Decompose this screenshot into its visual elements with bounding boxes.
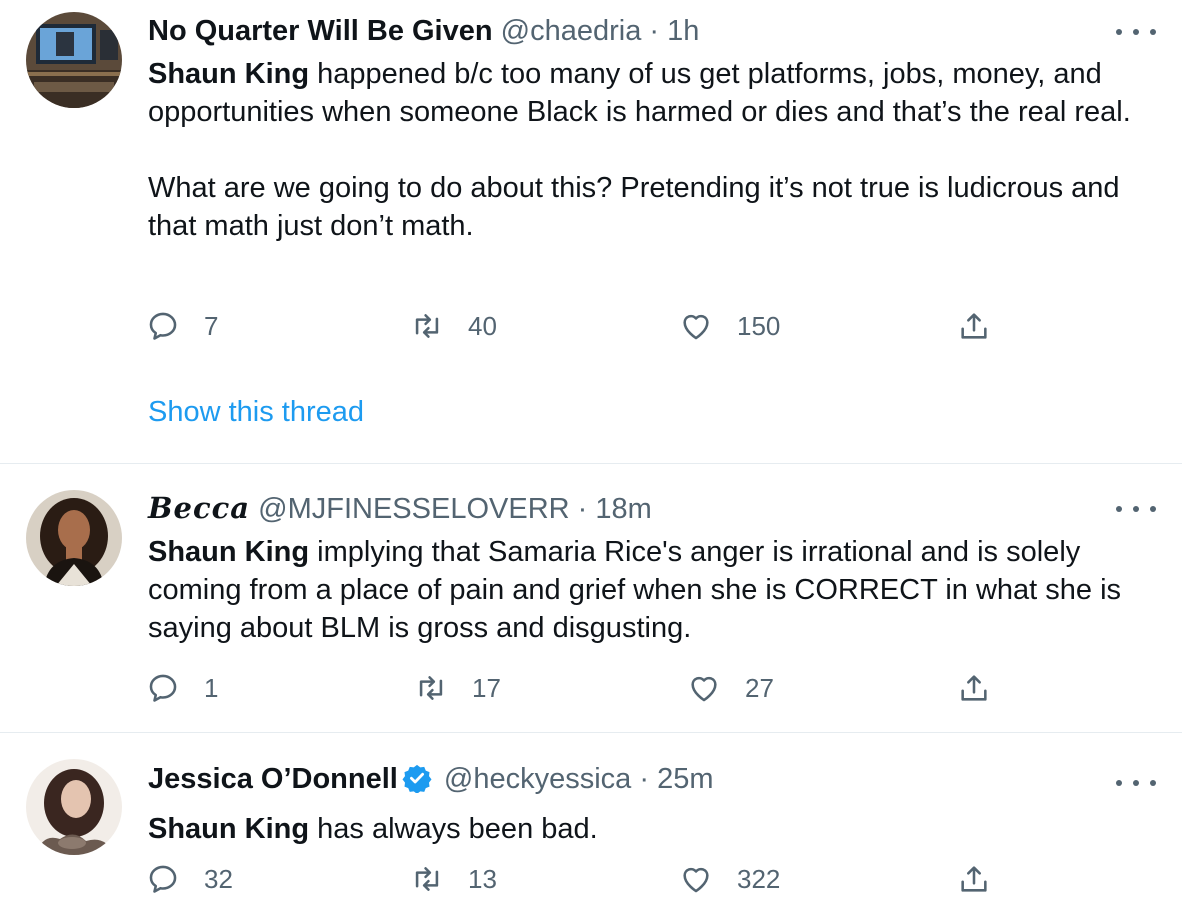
heart-icon <box>691 676 717 702</box>
tweet-header: Jessica O’Donnell @heckyessica · 25m <box>148 761 1112 797</box>
share-button[interactable] <box>957 859 991 899</box>
retweet-icon <box>415 314 439 338</box>
separator: · <box>577 493 588 525</box>
tweet-text-body: has always been bad. <box>309 813 598 845</box>
retweet-button[interactable]: 17 <box>414 668 501 708</box>
handle[interactable]: @chaedria <box>501 15 642 47</box>
tweet-text-paragraph: What are we going to do about this? Pret… <box>148 172 1120 242</box>
retweet-count: 13 <box>468 863 497 894</box>
like-button[interactable]: 322 <box>679 859 780 899</box>
handle[interactable]: @heckyessica <box>444 763 631 795</box>
like-count: 322 <box>737 863 781 894</box>
like-button[interactable]: 27 <box>687 668 774 708</box>
reply-icon <box>149 674 177 702</box>
tweet-header: No Quarter Will Be Given @chaedria · 1h <box>148 13 1112 49</box>
retweet-button[interactable]: 40 <box>410 306 497 346</box>
reply-count: 1 <box>204 672 219 703</box>
reply-count: 7 <box>204 310 219 341</box>
more-icon[interactable] <box>1116 773 1156 793</box>
mention-bold: Shaun King <box>148 813 310 845</box>
share-icon <box>961 675 987 701</box>
reply-button[interactable]: 7 <box>146 306 218 346</box>
timestamp[interactable]: 25m <box>657 763 713 795</box>
retweet-count: 40 <box>468 310 497 341</box>
share-button[interactable] <box>957 306 991 346</box>
retweet-icon <box>419 676 443 700</box>
tweet-text: Shaun King happened b/c too many of us g… <box>148 55 1148 245</box>
mention-bold: Shaun King <box>148 536 310 568</box>
heart-icon <box>683 314 709 340</box>
reply-button[interactable]: 1 <box>146 668 218 708</box>
like-button[interactable]: 150 <box>679 306 780 346</box>
mention-bold: Shaun King <box>148 58 310 90</box>
more-icon[interactable] <box>1116 22 1156 42</box>
show-thread-link[interactable]: Show this thread <box>148 396 364 429</box>
action-bar: 1 17 27 <box>0 668 1182 708</box>
timestamp[interactable]: 18m <box>595 493 651 525</box>
reply-button[interactable]: 32 <box>146 859 233 899</box>
tweet-header: Becca @MJFINESSELOVERR · 18m <box>148 490 1112 527</box>
more-icon[interactable] <box>1116 499 1156 519</box>
retweet-icon <box>415 867 439 891</box>
tweet-text: Shaun King has always been bad. <box>148 810 1148 848</box>
share-icon <box>961 866 987 892</box>
avatar[interactable] <box>26 490 122 586</box>
display-name[interactable]: No Quarter Will Be Given <box>148 15 493 47</box>
heart-icon <box>683 867 709 893</box>
share-button[interactable] <box>957 668 991 708</box>
avatar[interactable] <box>26 12 122 108</box>
action-bar: 32 13 322 <box>0 859 1182 899</box>
reply-icon <box>149 865 177 893</box>
share-icon <box>961 313 987 339</box>
tweet[interactable]: Becca @MJFINESSELOVERR · 18m Shaun King … <box>0 464 1182 733</box>
display-name[interactable]: Becca <box>148 491 250 525</box>
avatar[interactable] <box>26 759 122 855</box>
reply-icon <box>149 312 177 340</box>
like-count: 150 <box>737 310 781 341</box>
timestamp[interactable]: 1h <box>667 15 699 47</box>
tweet[interactable]: No Quarter Will Be Given @chaedria · 1h … <box>0 0 1182 464</box>
verified-badge-icon <box>402 764 432 793</box>
separator: · <box>639 763 650 795</box>
reply-count: 32 <box>204 863 233 894</box>
retweet-button[interactable]: 13 <box>410 859 497 899</box>
tweet-text: Shaun King implying that Samaria Rice's … <box>148 533 1148 647</box>
retweet-count: 17 <box>472 672 501 703</box>
handle[interactable]: @MJFINESSELOVERR <box>258 493 569 525</box>
like-count: 27 <box>745 672 774 703</box>
action-bar: 7 40 150 <box>0 306 1182 346</box>
display-name[interactable]: Jessica O’Donnell <box>148 763 398 795</box>
separator: · <box>649 15 660 47</box>
tweet[interactable]: Jessica O’Donnell @heckyessica · 25m Sha… <box>0 733 1182 920</box>
